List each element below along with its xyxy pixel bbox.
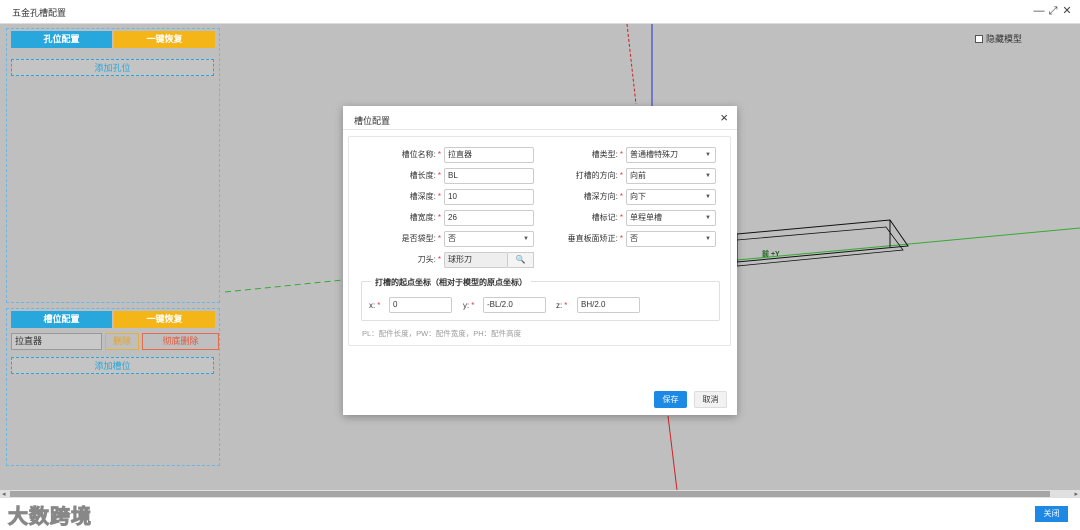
chevron-down-icon: ▼ — [705, 173, 711, 179]
minimize-icon[interactable]: — — [1032, 4, 1046, 18]
y-input[interactable]: -BL/2.0 — [483, 297, 546, 313]
y-label: y: * — [463, 301, 475, 310]
x-axis-dashed-line — [626, 24, 637, 105]
footer: 大数跨境 关闭 — [0, 498, 1080, 530]
depth-direction-select[interactable]: 向下 ▼ — [626, 189, 716, 205]
is-bag-label: 是否袋型: * — [401, 234, 441, 243]
slot-name-input[interactable]: 拉直器 — [444, 147, 534, 163]
add-hole-button[interactable]: 添加孔位 — [11, 59, 214, 76]
depth-direction-label: 槽深方向: * — [583, 192, 623, 201]
cut-direction-label: 打槽的方向: * — [575, 171, 623, 180]
slot-delete-button[interactable]: 删除 — [105, 333, 139, 350]
window-titlebar: 五金孔槽配置 — ⤢ ✕ — [0, 0, 1080, 24]
scroll-left-icon[interactable]: ◂ — [2, 490, 6, 498]
slot-name-label: 槽位名称: * — [401, 150, 441, 159]
slot-delete-all-button[interactable]: 彻底删除 — [142, 333, 219, 350]
chevron-down-icon: ▼ — [705, 194, 711, 200]
chevron-down-icon: ▼ — [705, 236, 711, 242]
slot-mark-label: 槽标记: * — [591, 213, 623, 222]
cancel-button[interactable]: 取消 — [694, 391, 727, 408]
dialog-title: 槽位配置 — [354, 116, 391, 126]
hole-config-tab[interactable]: 孔位配置 — [11, 31, 112, 48]
z-input[interactable]: BH/2.0 — [577, 297, 640, 313]
slot-config-dialog: 槽位配置 × 槽位名称: * 拉直器 槽类型: * 普通槽特殊刀 ▼ 槽长度: * BL… — [343, 106, 737, 415]
chevron-down-icon: ▼ — [523, 236, 529, 242]
hide-model-checkbox[interactable] — [975, 35, 983, 43]
vertical-correct-label: 垂直板面矫正: * — [567, 234, 623, 243]
hole-config-panel: 孔位配置 一键恢复 添加孔位 — [6, 28, 220, 303]
slot-length-label: 槽长度: * — [409, 171, 441, 180]
hide-model-toggle[interactable]: 隐藏模型 — [975, 32, 1022, 45]
slot-config-tab[interactable]: 槽位配置 — [11, 311, 112, 328]
x-axis-line — [667, 415, 678, 490]
vertical-correct-select[interactable]: 否 ▼ — [626, 231, 716, 247]
slot-type-select[interactable]: 普通槽特殊刀 ▼ — [626, 147, 716, 163]
slot-width-input[interactable]: 26 — [444, 210, 534, 226]
hole-restore-button[interactable]: 一键恢复 — [114, 31, 215, 48]
slot-width-label: 槽宽度: * — [409, 213, 441, 222]
save-button[interactable]: 保存 — [654, 391, 687, 408]
cutter-label: 刀头: * — [417, 255, 441, 264]
origin-legend: 打槽的起点坐标（相对于模型的原点坐标） — [371, 277, 531, 288]
window-title: 五金孔槽配置 — [12, 8, 67, 18]
cut-direction-select[interactable]: 向前 ▼ — [626, 168, 716, 184]
cutter-input[interactable]: 球形刀 — [444, 252, 508, 268]
y-axis-dashed-line — [224, 279, 344, 293]
x-input[interactable]: 0 — [389, 297, 452, 313]
slot-mark-select[interactable]: 单程单槽 ▼ — [626, 210, 716, 226]
search-icon[interactable]: 🔍 — [508, 252, 534, 268]
slot-length-input[interactable]: BL — [444, 168, 534, 184]
scrollbar-thumb[interactable] — [10, 491, 1050, 497]
axis-label: 前 +Y — [762, 251, 780, 258]
watermark-logo: 大数跨境 — [8, 506, 92, 529]
close-window-icon[interactable]: ✕ — [1060, 4, 1074, 18]
y-axis-line — [736, 227, 1080, 261]
dimension-note: PL：配件长度，PW：配件宽度，PH：配件高度 — [362, 329, 522, 338]
is-bag-select[interactable]: 否 ▼ — [444, 231, 534, 247]
x-label: x: * — [369, 301, 381, 310]
dialog-header: 槽位配置 × — [343, 106, 737, 130]
slot-type-label: 槽类型: * — [591, 150, 623, 159]
maximize-icon[interactable]: ⤢ — [1046, 4, 1060, 18]
hide-model-label: 隐藏模型 — [986, 34, 1023, 44]
dialog-close-icon[interactable]: × — [720, 111, 728, 124]
slot-config-panel: 槽位配置 一键恢复 拉直器 删除 彻底删除 添加槽位 — [6, 308, 220, 466]
slot-depth-input[interactable]: 10 — [444, 189, 534, 205]
slot-restore-button[interactable]: 一键恢复 — [114, 311, 215, 328]
slot-item-name[interactable]: 拉直器 — [11, 333, 102, 350]
dialog-form: 槽位名称: * 拉直器 槽类型: * 普通槽特殊刀 ▼ 槽长度: * BL 打槽的方向:… — [348, 136, 731, 346]
chevron-down-icon: ▼ — [705, 215, 711, 221]
slot-depth-label: 槽深度: * — [409, 192, 441, 201]
add-slot-button[interactable]: 添加槽位 — [11, 357, 214, 374]
horizontal-scrollbar[interactable]: ◂ ▸ — [0, 490, 1080, 498]
z-label: z: * — [556, 301, 568, 310]
scroll-right-icon[interactable]: ▸ — [1074, 490, 1078, 498]
chevron-down-icon: ▼ — [705, 152, 711, 158]
close-button[interactable]: 关闭 — [1035, 506, 1068, 522]
